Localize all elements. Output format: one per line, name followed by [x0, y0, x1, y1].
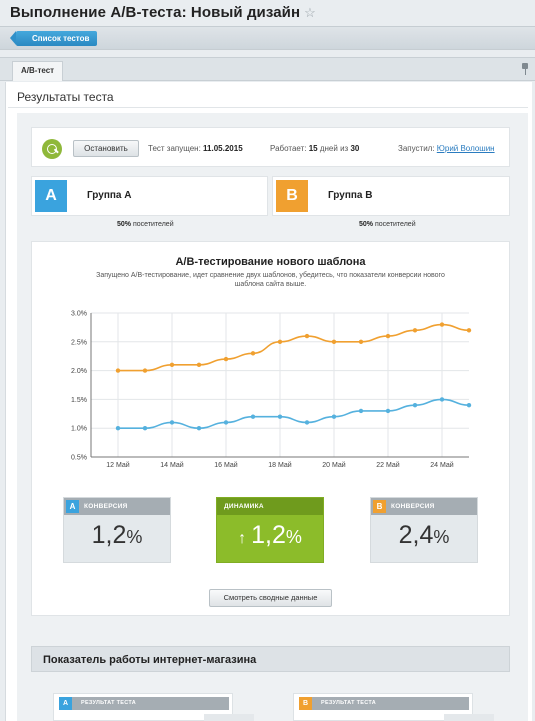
result-value-box — [444, 714, 494, 721]
y-tick-label: 2.5% — [71, 339, 87, 346]
data-point-b — [304, 333, 310, 339]
test-started: Тест запущен: 11.05.2015 — [148, 144, 243, 153]
result-label: РЕЗУЛЬТАТ ТЕСТА — [81, 700, 136, 706]
data-point-b — [385, 333, 391, 339]
metric-label: КОНВЕРСИЯ — [84, 503, 128, 510]
result-value-box — [204, 714, 254, 721]
group-a-name: Группа А — [87, 190, 132, 201]
data-point-b — [358, 339, 364, 344]
star-icon[interactable]: ☆ — [304, 5, 316, 20]
metric-header: ДИНАМИКА — [217, 498, 323, 515]
data-point-b — [142, 368, 148, 373]
data-point-a — [331, 414, 337, 419]
x-tick-label: 12 Май — [106, 461, 130, 469]
result-header: A РЕЗУЛЬТАТ ТЕСТА — [59, 697, 229, 710]
y-tick-label: 0.5% — [71, 455, 87, 462]
group-b-name: Группа В — [328, 190, 373, 201]
pin-icon[interactable] — [521, 63, 529, 75]
data-point-b — [223, 356, 229, 362]
data-point-b — [331, 339, 337, 344]
data-point-a — [358, 408, 364, 414]
x-tick-label: 24 Май — [430, 461, 454, 469]
ab-test-icon — [42, 139, 62, 159]
metric-conversion-b: B КОНВЕРСИЯ 2,4% — [370, 497, 478, 563]
x-tick-label: 22 Май — [376, 461, 400, 469]
group-b-card: B Группа В — [272, 176, 510, 216]
test-launched-by: Запустил: Юрий Волошин — [398, 144, 495, 153]
shop-section-title: Показатель работы интернет-магазина — [43, 654, 257, 666]
data-point-b — [439, 322, 445, 327]
y-tick-label: 1.0% — [71, 426, 87, 433]
group-a-badge: A — [59, 697, 72, 710]
arrow-up-icon: ↑ — [238, 530, 247, 547]
data-point-a — [439, 397, 445, 402]
test-status-card: Остановить Тест запущен: 11.05.2015 Рабо… — [31, 127, 510, 167]
tab-ab-test[interactable]: A/B-тест — [12, 61, 64, 81]
data-point-b — [412, 328, 418, 333]
group-a-badge: A — [66, 500, 79, 513]
data-point-a — [304, 420, 310, 425]
metric-label: КОНВЕРСИЯ — [391, 503, 435, 510]
group-b-badge: B — [299, 697, 312, 710]
y-tick-label: 1.5% — [71, 397, 87, 404]
x-tick-label: 14 Май — [160, 461, 184, 469]
data-point-a — [250, 414, 256, 419]
user-link[interactable]: Юрий Волошин — [437, 144, 495, 153]
data-point-a — [196, 426, 202, 431]
group-a-card: A Группа А — [31, 176, 268, 216]
tab-strip: A/B-тест — [0, 57, 535, 81]
toolbar: Список тестов — [0, 26, 535, 50]
data-point-a — [412, 402, 418, 408]
data-point-b — [115, 368, 121, 373]
data-point-a — [115, 426, 121, 431]
data-point-a — [466, 402, 472, 408]
conversion-line-chart: 0.5% 1.0% 1.5% 2.0% 2.5% 3.0% 12 Май 14 Май 16 М… — [71, 311, 472, 469]
group-a-visitors: 50% посетителей — [117, 221, 174, 228]
data-point-b — [196, 362, 202, 368]
metric-value: 1,2% — [91, 521, 143, 549]
group-b-badge: B — [373, 500, 386, 513]
group-b-visitors: 50% посетителей — [359, 221, 416, 228]
y-tick-label: 3.0% — [71, 311, 87, 318]
metric-header: A КОНВЕРСИЯ — [64, 498, 170, 515]
chart-title: A/B-тестирование нового шаблона — [175, 256, 366, 268]
metric-label: ДИНАМИКА — [224, 503, 264, 510]
results-title: Результаты теста — [17, 90, 114, 104]
data-point-a — [142, 426, 148, 431]
data-point-b — [250, 351, 256, 356]
data-point-a — [169, 420, 175, 425]
chart-subtitle: Запущено A/B-тестирование, идет сравнени… — [96, 272, 445, 288]
data-point-b — [169, 362, 175, 368]
group-a-badge: A — [35, 180, 67, 212]
shop-section-header: Показатель работы интернет-магазина — [31, 646, 510, 672]
x-tick-label: 18 Май — [268, 461, 292, 469]
metric-dynamics: ДИНАМИКА ↑ 1,2% — [216, 497, 324, 563]
group-b-badge: B — [276, 180, 308, 212]
result-card-b: B РЕЗУЛЬТАТ ТЕСТА — [293, 693, 494, 721]
x-tick-label: 16 Май — [214, 461, 238, 469]
stop-test-button[interactable]: Остановить — [73, 140, 139, 157]
y-tick-label: 2.0% — [71, 368, 87, 375]
back-to-tests-button[interactable]: Список тестов — [9, 31, 98, 46]
metric-header: B КОНВЕРСИЯ — [371, 498, 477, 515]
page-title: Выполнение A/B-теста: Новый дизайн ☆ — [10, 4, 316, 21]
x-tick-label: 20 Май — [322, 461, 346, 469]
data-point-a — [385, 408, 391, 414]
metric-value: ↑ 1,2% — [238, 521, 302, 549]
result-card-a: A РЕЗУЛЬТАТ ТЕСТА — [53, 693, 254, 721]
data-point-b — [466, 328, 472, 333]
result-label: РЕЗУЛЬТАТ ТЕСТА — [321, 700, 376, 706]
metric-conversion-a: A КОНВЕРСИЯ 1,2% — [63, 497, 171, 563]
data-point-b — [277, 339, 283, 344]
data-point-a — [277, 414, 283, 419]
test-running: Работает: 15 дней из 30 — [270, 144, 360, 153]
metric-value: 2,4% — [398, 521, 450, 549]
result-header: B РЕЗУЛЬТАТ ТЕСТА — [299, 697, 469, 710]
divider — [8, 107, 528, 108]
data-point-a — [223, 420, 229, 425]
view-summary-button[interactable]: Смотреть сводные данные — [209, 589, 332, 607]
